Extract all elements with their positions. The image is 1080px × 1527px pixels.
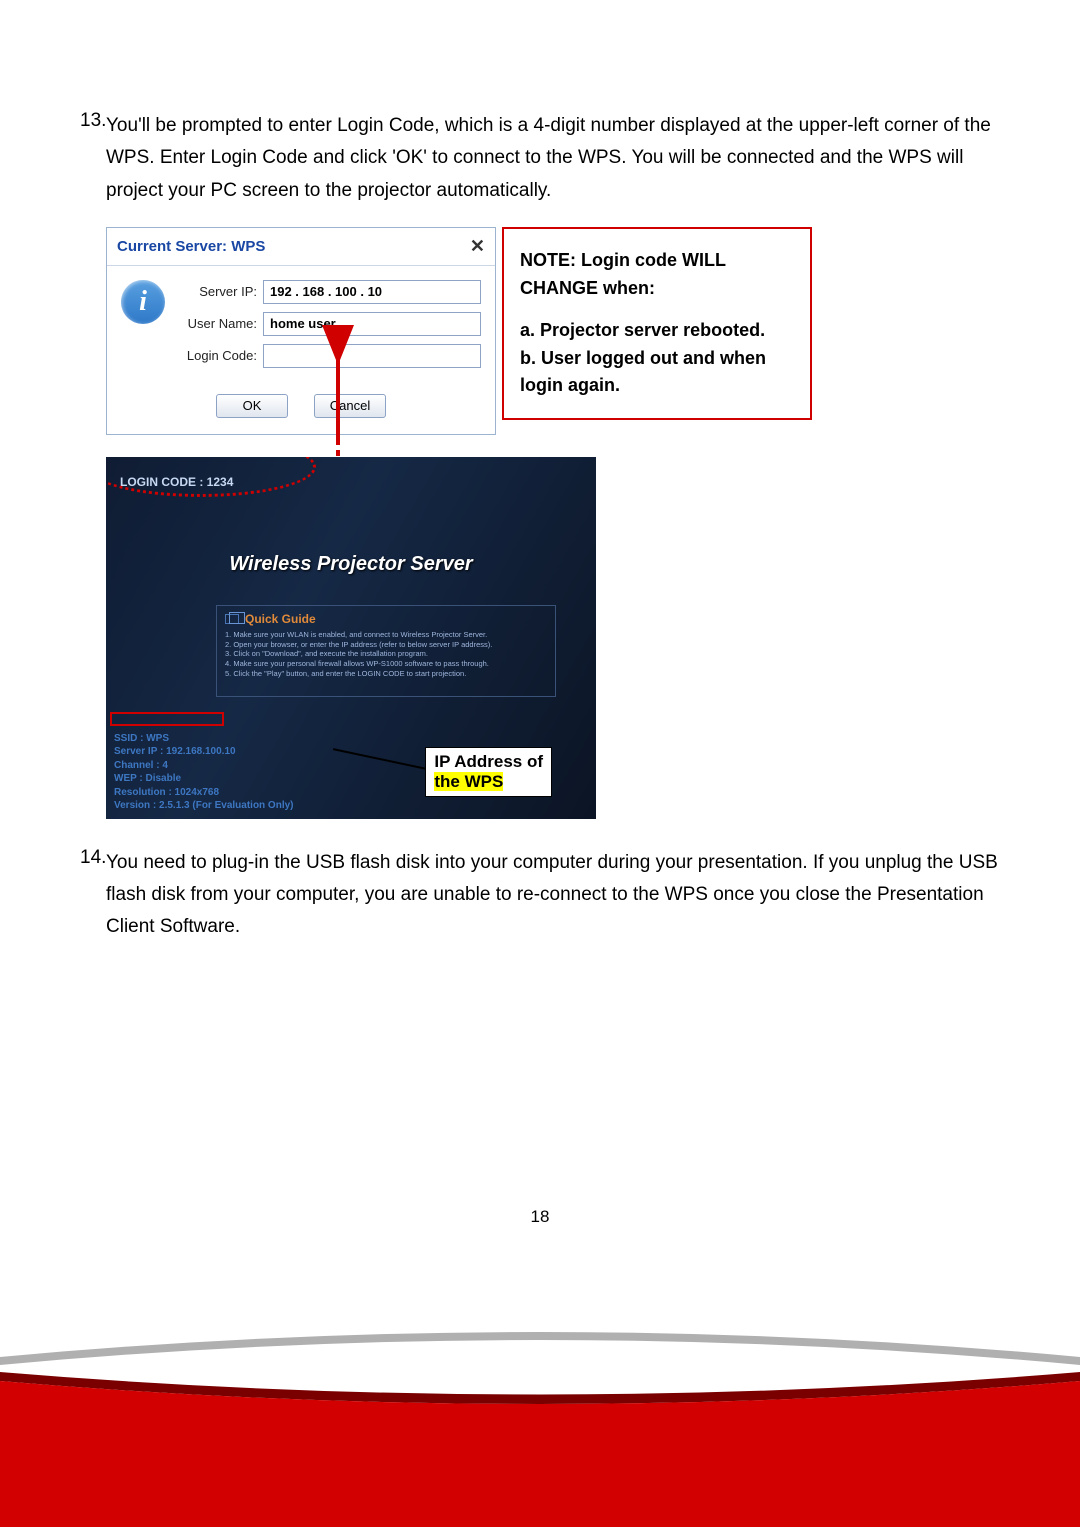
server-ip-input[interactable]: [263, 280, 481, 304]
projector-screenshot: LOGIN CODE : 1234 Wireless Projector Ser…: [106, 457, 596, 819]
step-13-number: 13.: [80, 110, 106, 207]
info-line: Resolution : 1024x768: [114, 786, 294, 800]
login-code-label: Login Code:: [175, 348, 263, 363]
info-line: WEP : Disable: [114, 772, 294, 786]
step-14-number: 14.: [80, 847, 106, 944]
callout-line2: the WPS: [434, 772, 503, 791]
login-dialog: Current Server: WPS ✕ i Server IP: User …: [106, 227, 496, 435]
server-ip-label: Server IP:: [175, 284, 263, 299]
footer-swoosh: [0, 1277, 1080, 1527]
info-line: Version : 2.5.1.3 (For Evaluation Only): [114, 799, 294, 813]
ok-button[interactable]: OK: [216, 394, 288, 418]
server-ip-highlight-box: [110, 712, 224, 726]
info-line: Server IP : 192.168.100.10: [114, 745, 294, 759]
quick-guide-box: Quick Guide Make sure your WLAN is enabl…: [216, 605, 556, 697]
step-14: 14. You need to plug-in the USB flash di…: [80, 847, 1000, 944]
dialog-title-text: Current Server: WPS: [117, 238, 265, 255]
info-line: SSID : WPS: [114, 732, 294, 746]
note-item-b: b. User logged out and when login again.: [520, 345, 794, 401]
step-14-text: You need to plug-in the USB flash disk i…: [106, 847, 1000, 944]
quick-guide-list: Make sure your WLAN is enabled, and conn…: [225, 630, 547, 679]
cancel-button[interactable]: Cancel: [314, 394, 386, 418]
list-item: Make sure your WLAN is enabled, and conn…: [225, 630, 547, 640]
list-item: Click the "Play" button, and enter the L…: [225, 669, 547, 679]
list-item: Open your browser, or enter the IP addre…: [225, 640, 547, 650]
step-13-text: You'll be prompted to enter Login Code, …: [106, 110, 1000, 207]
login-code-input[interactable]: [263, 344, 481, 368]
quick-guide-title: Quick Guide: [225, 612, 547, 626]
info-icon: i: [121, 280, 165, 324]
close-icon[interactable]: ✕: [470, 236, 485, 257]
callout-line1: IP Address of: [434, 752, 543, 772]
figure-row: Current Server: WPS ✕ i Server IP: User …: [106, 227, 1000, 435]
user-name-label: User Name:: [175, 316, 263, 331]
note-heading: NOTE: Login code WILL CHANGE when:: [520, 247, 794, 303]
list-item: Click on "Download", and execute the ins…: [225, 649, 547, 659]
ip-address-callout: IP Address of the WPS: [425, 747, 552, 797]
step-13: 13. You'll be prompted to enter Login Co…: [80, 110, 1000, 207]
quick-guide-title-text: Quick Guide: [245, 612, 316, 626]
note-item-a: a. Projector server rebooted.: [520, 317, 794, 345]
page-number: 18: [0, 1207, 1080, 1227]
callout-leader-line: [333, 748, 436, 772]
note-box: NOTE: Login code WILL CHANGE when: a. Pr…: [502, 227, 812, 420]
server-info-block: SSID : WPS Server IP : 192.168.100.10 Ch…: [114, 732, 294, 813]
projector-title: Wireless Projector Server: [106, 553, 596, 576]
dialog-titlebar: Current Server: WPS ✕: [107, 228, 495, 266]
info-line: Channel : 4: [114, 759, 294, 773]
user-name-input[interactable]: [263, 312, 481, 336]
login-code-badge: LOGIN CODE : 1234: [114, 471, 239, 493]
list-item: Make sure your personal firewall allows …: [225, 659, 547, 669]
guide-icon: [225, 614, 239, 624]
